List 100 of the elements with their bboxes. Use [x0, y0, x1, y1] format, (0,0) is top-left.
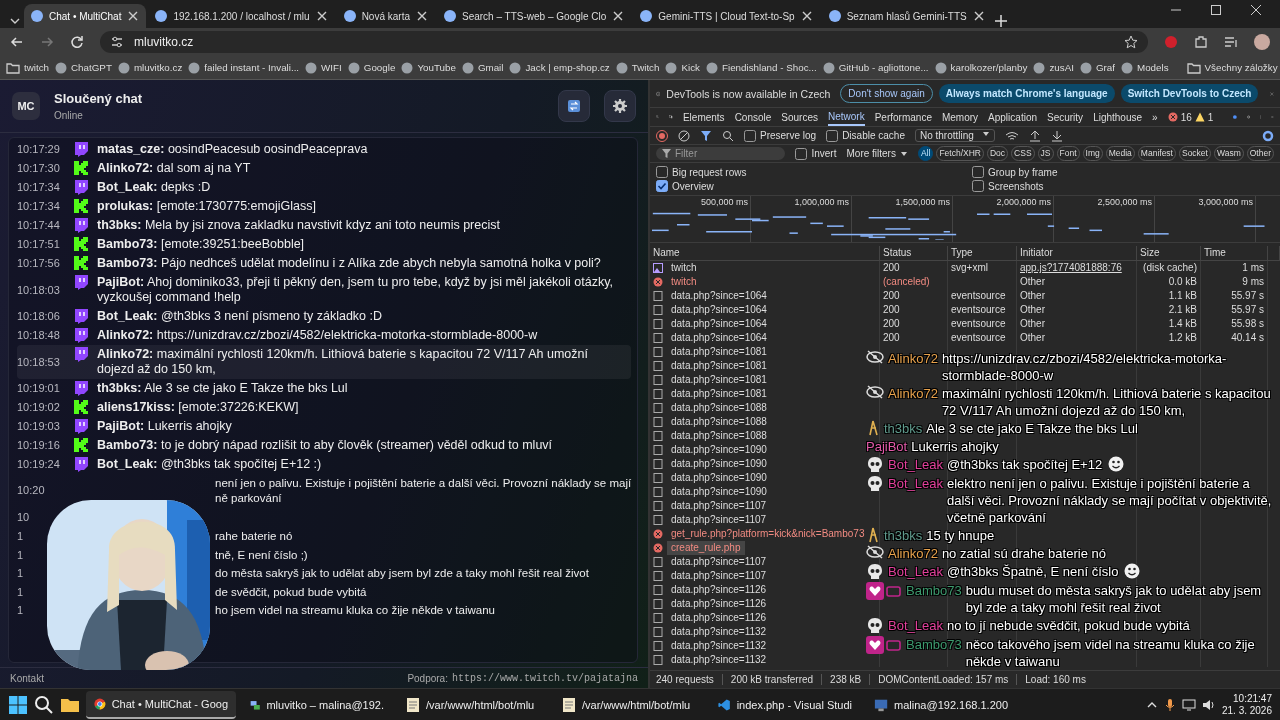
- column-header[interactable]: Size: [1137, 246, 1201, 261]
- request-name[interactable]: data.php?since=1132: [667, 639, 771, 653]
- checkbox[interactable]: [656, 166, 668, 178]
- request-name[interactable]: data.php?since=1090: [667, 471, 771, 485]
- request-name[interactable]: data.php?since=1064: [667, 317, 771, 331]
- bookmark-folder[interactable]: Všechny záložky: [1186, 60, 1278, 75]
- reload-icon[interactable]: [70, 35, 84, 49]
- checkbox[interactable]: [744, 129, 756, 142]
- taskbar-app[interactable]: Chat • MultiChat - Goog: [86, 690, 236, 719]
- request-name[interactable]: data.php?since=1132: [667, 625, 771, 639]
- bookmark[interactable]: Graf: [1079, 61, 1115, 74]
- filter-chip[interactable]: CSS: [1011, 146, 1035, 161]
- clear-icon[interactable]: [678, 129, 690, 142]
- request-name[interactable]: data.php?since=1126: [667, 597, 771, 611]
- browser-tab[interactable]: Gemini-TTS | Cloud Text-to-Sp: [633, 4, 820, 28]
- taskbar-app[interactable]: /var/www/html/bot/mlu: [398, 690, 548, 719]
- browser-tab[interactable]: 192.168.1.200 / localhost / mlu: [148, 4, 335, 28]
- more-filters-button[interactable]: More filters: [846, 148, 908, 159]
- request-name[interactable]: data.php?since=1090: [667, 457, 771, 471]
- browser-tab[interactable]: Chat • MultiChat: [24, 4, 147, 28]
- bookmark[interactable]: Twitch: [615, 61, 660, 74]
- search-icon[interactable]: [722, 129, 734, 142]
- request-name[interactable]: data.php?since=1081: [667, 373, 771, 387]
- warning-count[interactable]: 1: [1207, 111, 1214, 123]
- request-name[interactable]: data.php?since=1126: [667, 583, 771, 597]
- taskbar-app[interactable]: /var/www/html/bot/mlu: [554, 690, 704, 719]
- request-name[interactable]: data.php?since=1107: [667, 569, 771, 583]
- devtools-tab[interactable]: Sources: [781, 108, 818, 126]
- bookmark[interactable]: Jack | emp-shop.cz: [509, 61, 610, 74]
- media-icon[interactable]: [1224, 35, 1238, 49]
- search-icon[interactable]: [34, 694, 54, 715]
- filter-chip[interactable]: All: [917, 146, 934, 161]
- request-name[interactable]: data.php?since=1107: [667, 513, 771, 527]
- bookmark[interactable]: ChatGPT: [55, 61, 112, 74]
- bookmark[interactable]: twitch: [6, 60, 50, 75]
- devtools-tab[interactable]: Security: [1047, 108, 1084, 126]
- request-name[interactable]: data.php?since=1090: [667, 485, 771, 499]
- request-name[interactable]: data.php?since=1088: [667, 415, 771, 429]
- request-name[interactable]: data.php?since=1064: [667, 303, 771, 317]
- settings-button[interactable]: [604, 90, 636, 122]
- request-name[interactable]: data.php?since=1081: [667, 345, 771, 359]
- checkbox[interactable]: [656, 180, 668, 192]
- bookmark[interactable]: Kick: [665, 61, 700, 74]
- bookmark[interactable]: YouTube: [401, 61, 456, 74]
- request-name[interactable]: data.php?since=1126: [667, 611, 771, 625]
- puzzle-icon[interactable]: [1194, 35, 1208, 49]
- devtools-tab[interactable]: Memory: [941, 108, 979, 126]
- upload-icon[interactable]: [1028, 129, 1041, 142]
- bookmark[interactable]: Gmail: [461, 61, 504, 74]
- network-icon[interactable]: [1181, 697, 1196, 712]
- browser-tab[interactable]: Seznam hlasů Gemini-TTS: [821, 4, 992, 28]
- error-count[interactable]: 16: [1180, 111, 1192, 123]
- column-header[interactable]: Initiator: [1017, 246, 1137, 261]
- banner-button[interactable]: Always match Chrome's language: [938, 84, 1115, 103]
- sync-button[interactable]: [558, 90, 590, 122]
- taskbar-app[interactable]: mluvitko – malina@192.: [242, 690, 392, 719]
- browser-tab[interactable]: Search – TTS-web – Google Clo: [437, 4, 632, 28]
- profile-avatar[interactable]: [1254, 34, 1270, 50]
- contact-link[interactable]: Kontakt: [10, 672, 44, 684]
- throttling-select[interactable]: No throttling: [914, 129, 995, 142]
- request-name[interactable]: data.php?since=1090: [667, 443, 771, 457]
- request-name[interactable]: data.php?since=1107: [667, 555, 771, 569]
- filter-icon[interactable]: [700, 129, 712, 142]
- download-icon[interactable]: [1050, 129, 1063, 142]
- request-name[interactable]: twitch: [667, 275, 701, 289]
- clock[interactable]: 10:21:47 21. 3. 2026: [1221, 692, 1272, 717]
- request-name[interactable]: data.php?since=1064: [667, 331, 771, 345]
- bookmark[interactable]: GitHub - agliottone...: [822, 61, 929, 74]
- devtools-tab[interactable]: Elements: [682, 108, 725, 126]
- bookmark[interactable]: Fiendishland - Shoc...: [705, 61, 817, 74]
- column-header[interactable]: Type: [948, 246, 1017, 261]
- initiator-link[interactable]: app.js?1774081888:76: [1020, 262, 1122, 273]
- request-name[interactable]: data.php?since=1088: [667, 401, 771, 415]
- record-icon[interactable]: [656, 129, 668, 142]
- column-header[interactable]: Time: [1201, 246, 1268, 261]
- star-icon[interactable]: [1124, 35, 1138, 49]
- wifi-icon[interactable]: [1004, 130, 1019, 141]
- request-name[interactable]: create_rule.php: [667, 541, 745, 555]
- devtools-tab[interactable]: Performance: [874, 108, 932, 126]
- column-header[interactable]: Name: [650, 246, 880, 261]
- checkbox[interactable]: [972, 180, 984, 192]
- request-name[interactable]: data.php?since=1081: [667, 387, 771, 401]
- more-tabs[interactable]: »: [1152, 111, 1158, 123]
- new-tab-icon[interactable]: [993, 14, 1008, 28]
- request-name[interactable]: data.php?since=1088: [667, 429, 771, 443]
- devtools-tab[interactable]: Lighthouse: [1093, 108, 1143, 126]
- support-link[interactable]: https://www.twitch.tv/pajatajna: [451, 672, 638, 684]
- request-name[interactable]: get_rule.php?platform=kick&nick=Bambo73: [667, 527, 869, 541]
- banner-button[interactable]: Switch DevTools to Czech: [1120, 84, 1259, 103]
- request-name[interactable]: data.php?since=1107: [667, 499, 771, 513]
- bookmark[interactable]: Models: [1120, 61, 1169, 74]
- browser-tab[interactable]: Nová karta: [336, 4, 435, 28]
- request-name[interactable]: data.php?since=1064: [667, 289, 771, 303]
- checkbox[interactable]: [972, 166, 984, 178]
- request-name[interactable]: data.php?since=1081: [667, 359, 771, 373]
- filter-field[interactable]: Filter: [656, 147, 786, 160]
- start-icon[interactable]: [8, 694, 28, 715]
- maximize-icon[interactable]: [1210, 4, 1222, 16]
- bookmark[interactable]: zusAI: [1033, 61, 1074, 74]
- checkbox[interactable]: [795, 147, 808, 160]
